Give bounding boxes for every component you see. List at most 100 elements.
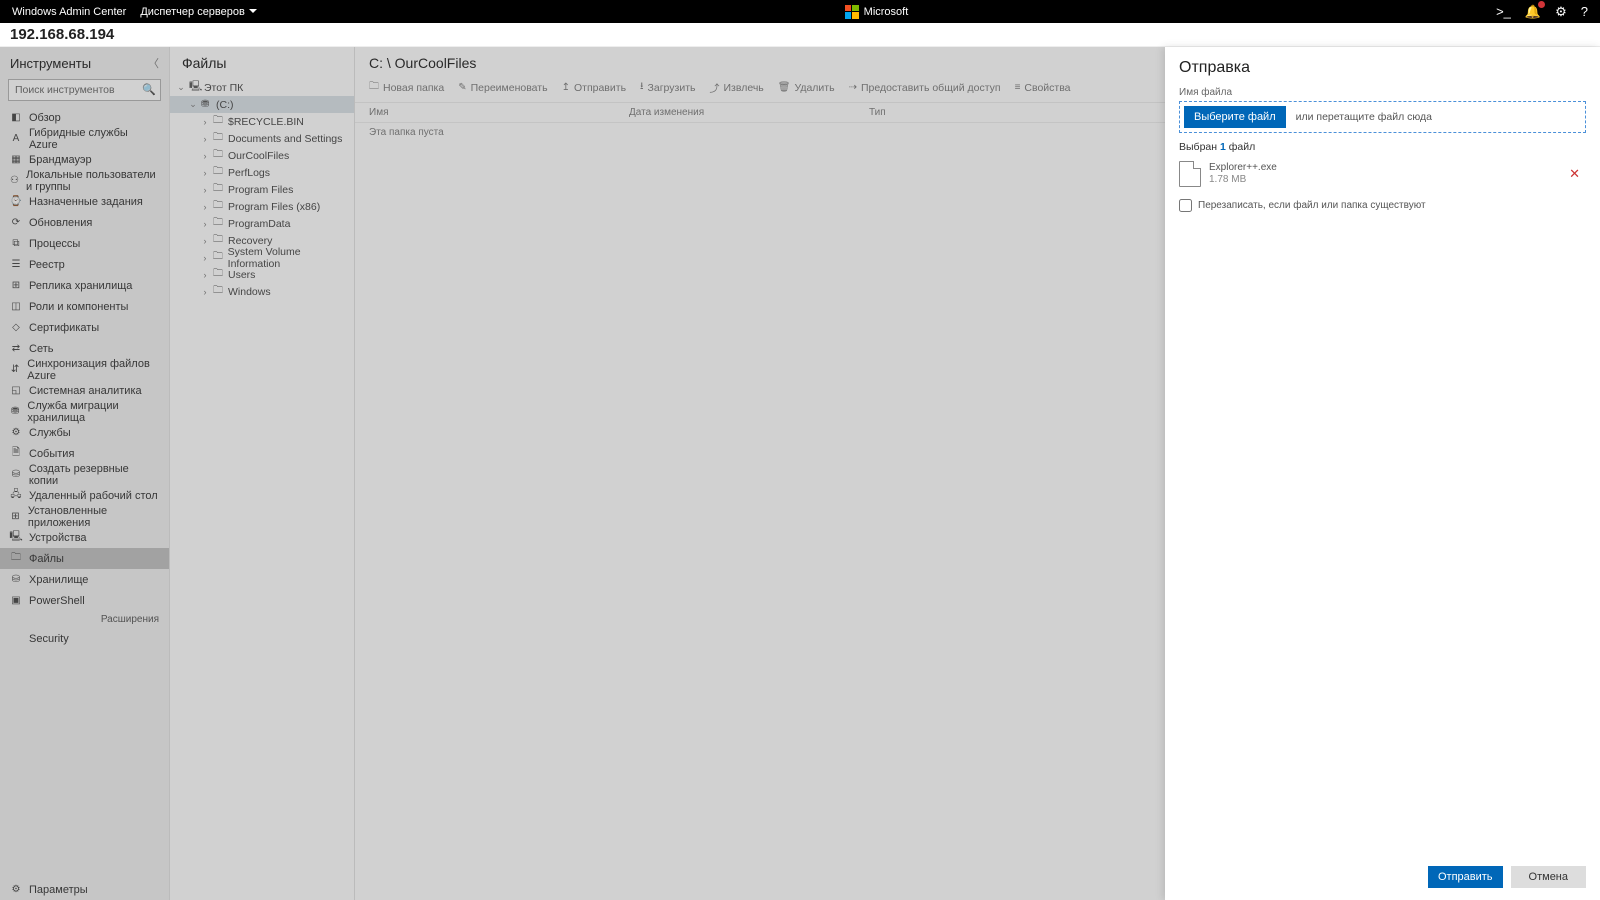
tool-item[interactable]: 🗀Файлы: [0, 548, 169, 569]
file-size: 1.78 MB: [1209, 174, 1277, 186]
toolbar-button[interactable]: 🗀Новая папка: [369, 79, 444, 96]
tool-item[interactable]: ⛃Служба миграции хранилища: [0, 401, 169, 422]
tool-item[interactable]: 🖳Устройства: [0, 527, 169, 548]
choose-file-button[interactable]: Выберите файл: [1184, 106, 1286, 128]
tool-item[interactable]: ⛁Создать резервные копии: [0, 464, 169, 485]
remove-file-icon[interactable]: ✕: [1563, 166, 1586, 182]
tool-icon: ⚙: [10, 427, 22, 439]
tool-item[interactable]: ☰Реестр: [0, 254, 169, 275]
toolbar-label: Свойства: [1024, 82, 1070, 94]
tool-item[interactable]: ⚙ Службы: [0, 422, 169, 443]
file-tree-pane: Файлы ⌄🖳 Этот ПК ⌄⛃ (C:) ›🗀$RECYCLE.BIN›…: [170, 47, 355, 900]
tool-item[interactable]: ◇Сертификаты: [0, 317, 169, 338]
tool-label: Брандмауэр: [29, 154, 92, 166]
tools-search-input[interactable]: [8, 79, 161, 101]
notifications-icon[interactable]: 🔔: [1525, 4, 1541, 20]
overwrite-checkbox[interactable]: [1179, 199, 1192, 212]
tool-item[interactable]: ⧉ Процессы: [0, 233, 169, 254]
tool-item[interactable]: ⊞Реплика хранилища: [0, 275, 169, 296]
tool-item[interactable]: ⌚Назначенные задания: [0, 191, 169, 212]
tool-label: Процессы: [29, 238, 80, 250]
tree-folder[interactable]: ›🗀ProgramData: [170, 215, 354, 232]
tool-item[interactable]: ◱Системная аналитика: [0, 380, 169, 401]
toolbar-button[interactable]: ⭳Загрузить: [640, 79, 695, 96]
col-modified[interactable]: Дата изменения: [629, 107, 869, 118]
tree-folder-label: Program Files: [228, 184, 293, 196]
tool-label: Службы: [29, 427, 71, 439]
tool-label: Обновления: [29, 217, 92, 229]
overwrite-checkbox-row[interactable]: Перезаписать, если файл или папка сущест…: [1179, 199, 1586, 212]
help-icon[interactable]: ?: [1581, 4, 1588, 19]
tool-item[interactable]: 🗎События: [0, 443, 169, 464]
files-heading: Файлы: [170, 47, 354, 77]
tool-label: Обзор: [29, 112, 61, 124]
collapse-tools-icon[interactable]: 〈: [148, 55, 159, 71]
context-dropdown[interactable]: Диспетчер серверов: [140, 6, 257, 18]
tree-folder[interactable]: ›🗀System Volume Information: [170, 249, 354, 266]
tool-item[interactable]: ⇄ Сеть: [0, 338, 169, 359]
tree-root-label: Этот ПК: [204, 82, 243, 94]
tool-item[interactable]: ▦Брандмауэр: [0, 149, 169, 170]
tree-drive-c[interactable]: ⌄⛃ (C:): [170, 96, 354, 113]
dropzone-hint: или перетащите файл сюда: [1296, 111, 1432, 123]
tree-folder[interactable]: ›🗀PerfLogs: [170, 164, 354, 181]
tree-folder[interactable]: ›🗀Windows: [170, 283, 354, 300]
cancel-button[interactable]: Отмена: [1511, 866, 1586, 888]
tool-label: Реплика хранилища: [29, 280, 132, 292]
top-bar: Windows Admin Center Диспетчер серверов …: [0, 0, 1600, 23]
extensions-label[interactable]: Расширения: [0, 611, 169, 628]
tool-icon: A: [10, 133, 22, 145]
tree-folder[interactable]: ›🗀$RECYCLE.BIN: [170, 113, 354, 130]
submit-button[interactable]: Отправить: [1428, 866, 1503, 888]
tool-item[interactable]: 🖧Удаленный рабочий стол: [0, 485, 169, 506]
toolbar-button[interactable]: ✎Переименовать: [458, 79, 547, 96]
search-icon[interactable]: 🔍: [142, 83, 156, 96]
tree-root[interactable]: ⌄🖳 Этот ПК: [170, 79, 354, 96]
tool-icon: ⇄: [10, 343, 22, 355]
toolbar-button[interactable]: ⇢Предоставить общий доступ: [849, 79, 1001, 96]
tool-item[interactable]: ⊞Установленные приложения: [0, 506, 169, 527]
tool-label: Сеть: [29, 343, 53, 355]
toolbar-label: Извлечь: [724, 82, 764, 94]
file-name: Explorer++.exe: [1209, 162, 1277, 174]
toolbar-button[interactable]: ⤴Извлечь: [710, 79, 764, 96]
col-name[interactable]: Имя: [369, 107, 629, 118]
file-dropzone[interactable]: Выберите файл или перетащите файл сюда: [1179, 101, 1586, 133]
tree-folder[interactable]: ›🗀OurCoolFiles: [170, 147, 354, 164]
settings-icon[interactable]: ⚙: [1555, 4, 1567, 20]
tool-icon: ☰: [10, 259, 22, 271]
toolbar-label: Предоставить общий доступ: [861, 82, 1001, 94]
tree-folder[interactable]: ›🗀Program Files: [170, 181, 354, 198]
tool-item[interactable]: Security: [0, 628, 169, 649]
tool-item[interactable]: ◧ Обзор: [0, 107, 169, 128]
toolbar-button[interactable]: ↥Отправить: [562, 79, 626, 96]
tree-folder-label: System Volume Information: [228, 246, 354, 270]
tool-item[interactable]: ⛁Хранилище: [0, 569, 169, 590]
tool-item[interactable]: ⚙Параметры: [0, 879, 169, 900]
toolbar-button[interactable]: ≡Свойства: [1015, 79, 1071, 96]
tool-item[interactable]: ◫Роли и компоненты: [0, 296, 169, 317]
toolbar-label: Переименовать: [471, 82, 548, 94]
tool-item[interactable]: ⚇Локальные пользователи и группы: [0, 170, 169, 191]
console-icon[interactable]: >_: [1496, 4, 1511, 19]
tool-icon: ⊞: [10, 511, 21, 523]
tool-item[interactable]: ▣PowerShell: [0, 590, 169, 611]
panel-title: Отправка: [1179, 59, 1586, 77]
tool-item[interactable]: ⟳Обновления: [0, 212, 169, 233]
tool-item[interactable]: AГибридные службы Azure: [0, 128, 169, 149]
product-name[interactable]: Windows Admin Center: [12, 6, 126, 18]
tree-folder[interactable]: ›🗀Program Files (x86): [170, 198, 354, 215]
toolbar-label: Загрузить: [648, 82, 696, 94]
tool-icon: ◧: [10, 112, 22, 124]
tool-icon: ◫: [10, 301, 22, 313]
tool-icon: ⧉: [10, 238, 22, 250]
toolbar-button[interactable]: 🗑Удалить: [778, 79, 835, 96]
tool-item[interactable]: ⇵Синхронизация файлов Azure: [0, 359, 169, 380]
tool-icon: ⌚: [10, 196, 22, 208]
tree-folder[interactable]: ›🗀Documents and Settings: [170, 130, 354, 147]
tree-folder-label: Documents and Settings: [228, 133, 342, 145]
tool-label: PowerShell: [29, 595, 85, 607]
tree-folder-label: OurCoolFiles: [228, 150, 289, 162]
file-icon: [1179, 161, 1201, 187]
toolbar-icon: ≡: [1015, 82, 1021, 93]
